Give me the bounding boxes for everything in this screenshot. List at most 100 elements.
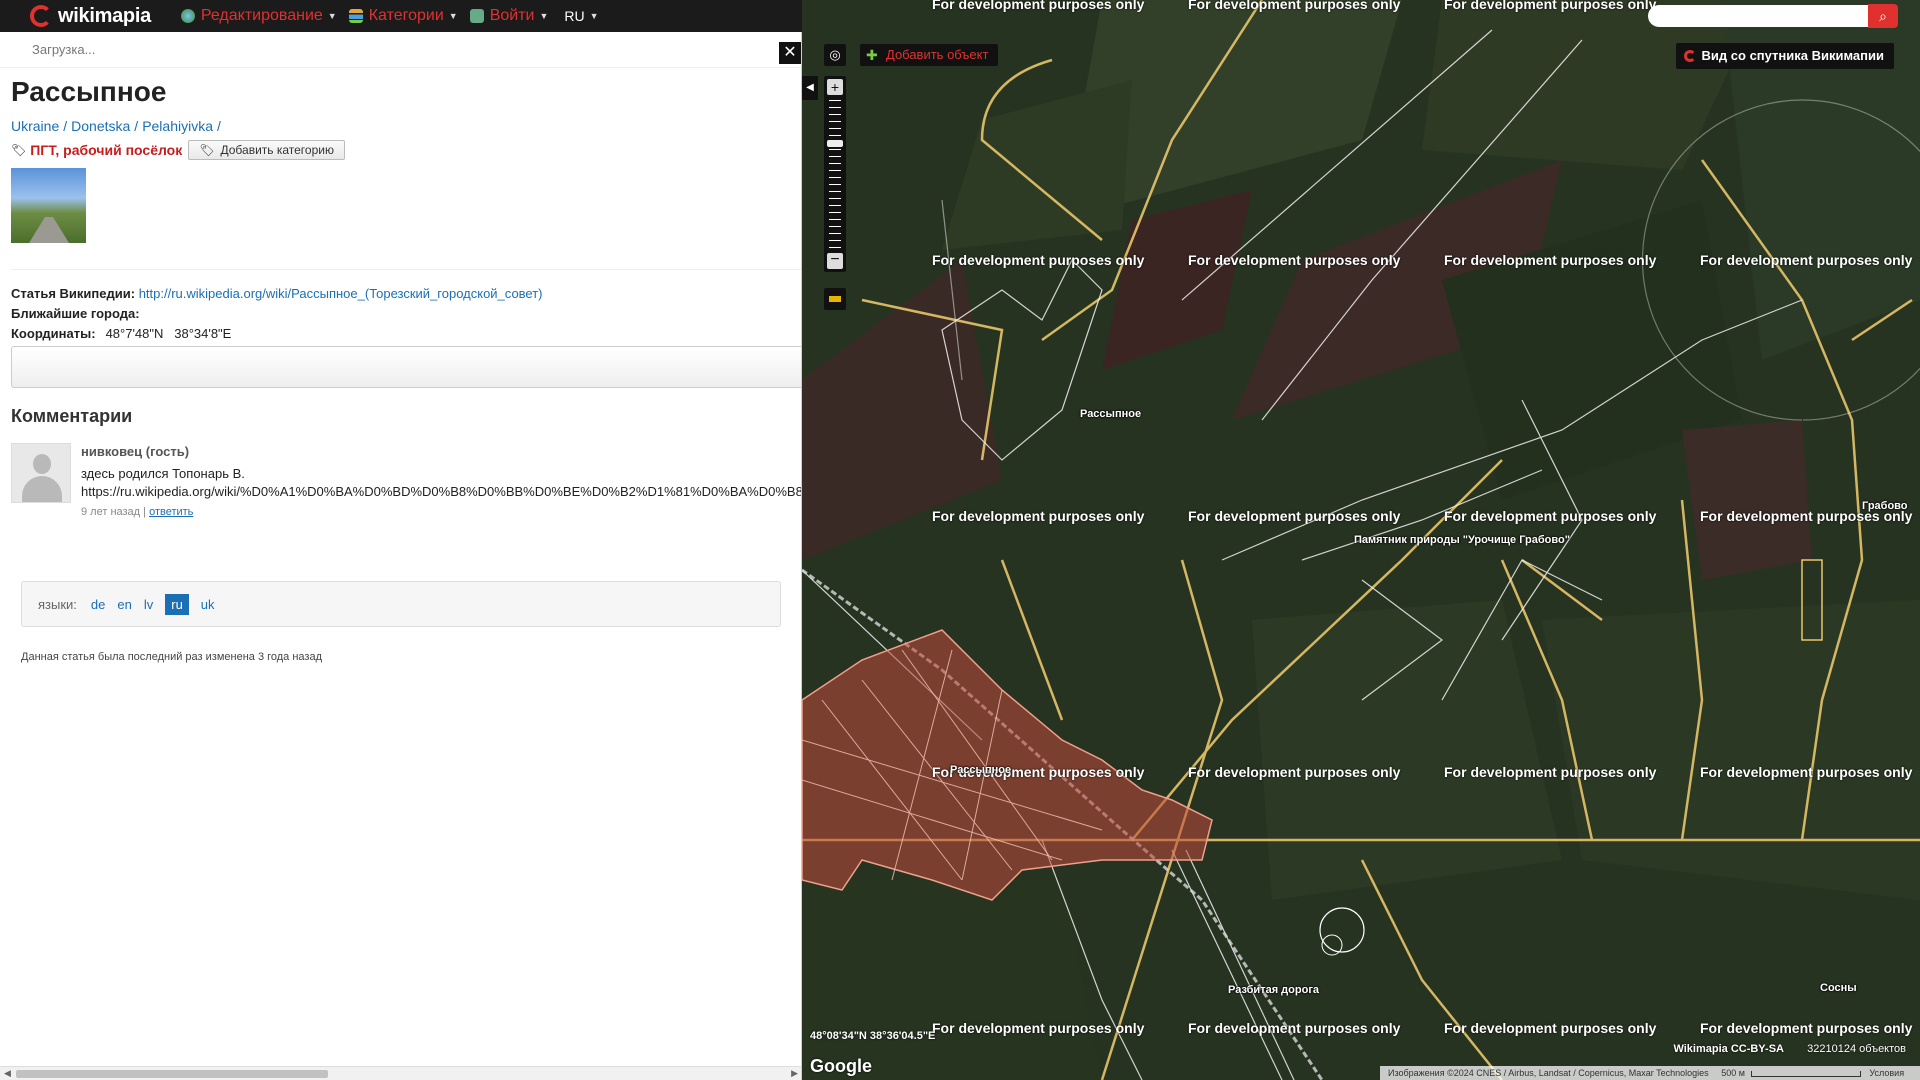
satellite-view-label: Вид со спутника Викимапии [1701, 48, 1884, 63]
scroll-right-icon[interactable]: ▶ [791, 1068, 798, 1079]
horizontal-scrollbar[interactable]: ◀ ▶ [0, 1066, 801, 1080]
wiki-link[interactable]: http://ru.wikipedia.org/wiki/Рассыпное_(… [139, 286, 543, 301]
scale-bar [1750, 1070, 1861, 1077]
map-label-monument[interactable]: Памятник природы "Урочище Грабово" [1354, 534, 1570, 546]
empty-box [11, 346, 801, 388]
comment-meta-separator: | [143, 506, 147, 518]
page-title: Рассыпное [11, 76, 167, 107]
map-controls: ◎ [824, 44, 846, 72]
watermark: For development purposes only [1444, 252, 1657, 268]
satellite-view-button[interactable]: Вид со спутника Викимапии [1675, 43, 1894, 69]
map-label-rassypnoe-town[interactable]: Рассыпное [950, 764, 1011, 776]
language-menu-label: RU [564, 8, 585, 24]
tag-icon: 🏷 [11, 143, 27, 157]
language-lv[interactable]: lv [144, 594, 153, 615]
language-ru[interactable]: ru [165, 593, 189, 615]
comments-heading: Комментарии [11, 406, 133, 426]
category-row: 🏷 ПГТ, рабочий посёлок 🏷 Добавить категор… [11, 140, 801, 160]
watermark: For development purposes only [932, 508, 1145, 524]
scrollbar-thumb[interactable] [16, 1070, 328, 1078]
place-panel: Загрузка... ✕ Рассыпное Ukraine / Donetska… [0, 32, 802, 1080]
comment-author: нивковец (гость) [81, 444, 190, 459]
logo-text: wikimapia [58, 4, 151, 27]
cursor-coordinates: 48°08'34"N 38°36'04.5"E [810, 1030, 936, 1042]
place-info: Статья Википедии: http://ru.wikipedia.or… [11, 269, 801, 344]
locate-button[interactable]: ◎ [824, 44, 846, 66]
map-label-broken-road[interactable]: Разбитая дорога [1228, 984, 1319, 996]
breadcrumb-region[interactable]: Donetska [71, 118, 130, 134]
objects-count: 32210124 объектов [1807, 1043, 1906, 1055]
search-button[interactable]: ⌕ [1868, 4, 1898, 28]
map-label-sosny[interactable]: Сосны [1820, 982, 1857, 994]
chevron-down-icon: ▼ [448, 11, 458, 21]
add-category-button[interactable]: 🏷 Добавить категорию [188, 140, 345, 160]
collapse-panel-button[interactable]: ◀ [802, 76, 818, 100]
language-de[interactable]: de [91, 594, 105, 615]
chevron-down-icon: ▼ [539, 11, 549, 21]
watermark: For development purposes only [1444, 764, 1657, 780]
map-label-rassypnoe[interactable]: Рассыпное [1080, 408, 1141, 420]
watermark: For development purposes only [1700, 252, 1913, 268]
wikimapia-logo[interactable]: wikimapia [30, 5, 151, 28]
watermark: For development purposes only [932, 252, 1145, 268]
search-input[interactable] [1648, 5, 1870, 27]
watermark: For development purposes only [1188, 764, 1401, 780]
breadcrumb-country[interactable]: Ukraine [11, 118, 59, 134]
loading-status: Загрузка... [0, 32, 801, 68]
watermark: For development purposes only [1700, 1020, 1913, 1036]
last-updated: Данная статья была последний раз изменен… [21, 651, 323, 663]
license-label[interactable]: Wikimapia CC-BY-SA [1673, 1043, 1784, 1055]
zoom-out-button[interactable]: − [827, 252, 843, 269]
add-object-button[interactable]: ✚ Добавить объект [860, 44, 999, 66]
breadcrumb-district[interactable]: Pelahiyivka [142, 118, 213, 134]
watermark: For development purposes only [932, 0, 1145, 12]
category-link[interactable]: ПГТ, рабочий посёлок [30, 142, 182, 158]
place-photo[interactable] [11, 168, 86, 243]
reply-link[interactable]: ответить [149, 506, 193, 518]
chevron-down-icon: ▼ [327, 11, 337, 21]
coordinates-value: 48°7'48"N 38°34'8"E [105, 326, 232, 341]
language-menu[interactable]: RU ▼ [564, 8, 598, 24]
target-icon: ◎ [829, 47, 841, 62]
menu-edit[interactable]: Редактирование ▼ [180, 7, 337, 25]
watermark: For development purposes only [932, 1020, 1145, 1036]
menu-login-label: Войти [489, 7, 535, 24]
add-object-label: Добавить объект [886, 47, 989, 62]
watermark: For development purposes only [1188, 508, 1401, 524]
menu-login[interactable]: Войти ▼ [469, 7, 549, 25]
close-panel-button[interactable]: ✕ [779, 42, 801, 64]
search-icon: ⌕ [1879, 8, 1887, 24]
avatar [11, 443, 71, 503]
watermark: For development purposes only [1444, 1020, 1657, 1036]
terms-link[interactable]: Условия [1869, 1068, 1904, 1078]
watermark: For development purposes only [1700, 764, 1913, 780]
wiki-label: Статья Википедии: [11, 286, 136, 301]
scroll-left-icon[interactable]: ◀ [4, 1068, 11, 1079]
logo-icon [30, 5, 52, 27]
zoom-knob[interactable] [827, 140, 843, 147]
breadcrumb: Ukraine / Donetska / Pelahiyivka / [11, 118, 221, 134]
language-en[interactable]: en [117, 594, 131, 615]
google-logo: Google [810, 1056, 872, 1076]
add-object-icon: ✚ [866, 47, 878, 63]
zoom-in-button[interactable]: + [827, 79, 843, 95]
comment-text: здесь родился Топонарь В. [81, 466, 245, 481]
map-label-grabovo[interactable]: Грабово [1862, 500, 1908, 512]
watermark: For development purposes only [1188, 252, 1401, 268]
map-view[interactable]: For development purposes only For develo… [802, 0, 1920, 1080]
chevron-down-icon: ▼ [589, 11, 599, 21]
add-category-label: Добавить категорию [220, 143, 334, 157]
comment-time: 9 лет назад [81, 506, 141, 518]
ruler-button[interactable] [824, 288, 846, 310]
nearest-cities-label: Ближайшие города: [11, 306, 140, 321]
watermark: For development purposes only [1444, 0, 1657, 12]
scale-label: 500 м [1721, 1068, 1745, 1078]
tag-icon: 🏷 [199, 143, 215, 157]
languages-bar: языки: de en lv ru uk [21, 581, 781, 627]
zoom-slider[interactable]: + − [824, 76, 846, 272]
comment-link: https://ru.wikipedia.org/wiki/%D0%A1%D0%… [81, 484, 802, 499]
login-icon [469, 9, 484, 23]
menu-categories[interactable]: Категории ▼ [348, 7, 458, 25]
globe-icon [180, 9, 195, 23]
language-uk[interactable]: uk [201, 594, 215, 615]
